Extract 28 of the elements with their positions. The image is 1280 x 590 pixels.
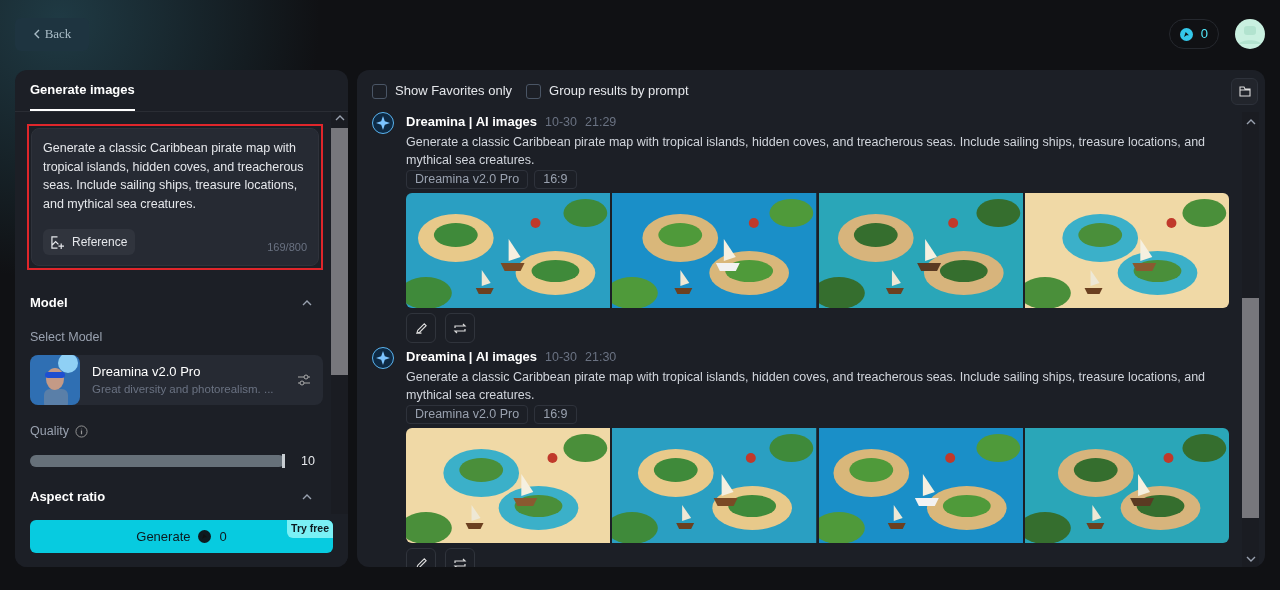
ratio-tag: 16:9 xyxy=(534,405,577,424)
post-date: 10-30 xyxy=(545,349,578,366)
tab[interactable]: Generate images xyxy=(30,70,135,111)
filter-checkbox[interactable]: Show Favorites only xyxy=(372,81,513,101)
model-selector[interactable]: Dreamina v2.0 Pro Great diversity and photorealism. ... xyxy=(30,355,323,406)
prompt-text: Generate a classic Caribbean pirate map with tropical islands, hidden coves, and treacherous seas. Include sailing ships, treasure locations, and mythical sea creatures. xyxy=(43,140,305,213)
prompt-text: Generate a classic Caribbean pirate map with tropical islands, hidden coves, and treacherous seas. Include sailing ships, treasure locations, and mythical sea creatures. xyxy=(406,134,1207,169)
slider-value: 10 xyxy=(301,453,315,470)
model-name: Dreamina v2.0 Pro xyxy=(92,362,202,381)
section-title: Model xyxy=(30,294,68,312)
reference-button[interactable]: Reference xyxy=(43,229,136,255)
model-tag: Dreamina v2.0 Pro xyxy=(406,405,529,424)
model-tag: Dreamina v2.0 Pro xyxy=(406,170,529,189)
post-time: 21:30 xyxy=(585,349,617,366)
model-description: Great diversity and photorealism. ... xyxy=(92,382,275,398)
author-name: Dreamina | AI images xyxy=(406,348,538,366)
prompt-text: Generate a classic Caribbean pirate map with tropical islands, hidden coves, and treacherous seas. Include sailing ships, treasure locations, and mythical sea creatures. xyxy=(406,369,1207,404)
author-name: Dreamina | AI images xyxy=(406,113,538,131)
field-label: Quality xyxy=(30,423,69,441)
prompt-field[interactable]: Generate a classic Caribbean pirate map with tropical islands, hidden coves, and treacherous seas. Include sailing ships, treasure locations, and mythical sea creatures. Reference 169/800 xyxy=(31,128,319,266)
post-time: 21:29 xyxy=(585,114,617,131)
filter-checkbox[interactable]: Group results by prompt xyxy=(526,81,689,101)
ratio-tag: 16:9 xyxy=(534,170,577,189)
character-counter: 169/800 xyxy=(267,239,307,255)
field-label: Select Model xyxy=(29,328,104,346)
try-free-badge: Try free xyxy=(287,520,333,538)
section-title: Aspect ratio xyxy=(30,487,106,506)
post-date: 10-30 xyxy=(545,114,578,131)
